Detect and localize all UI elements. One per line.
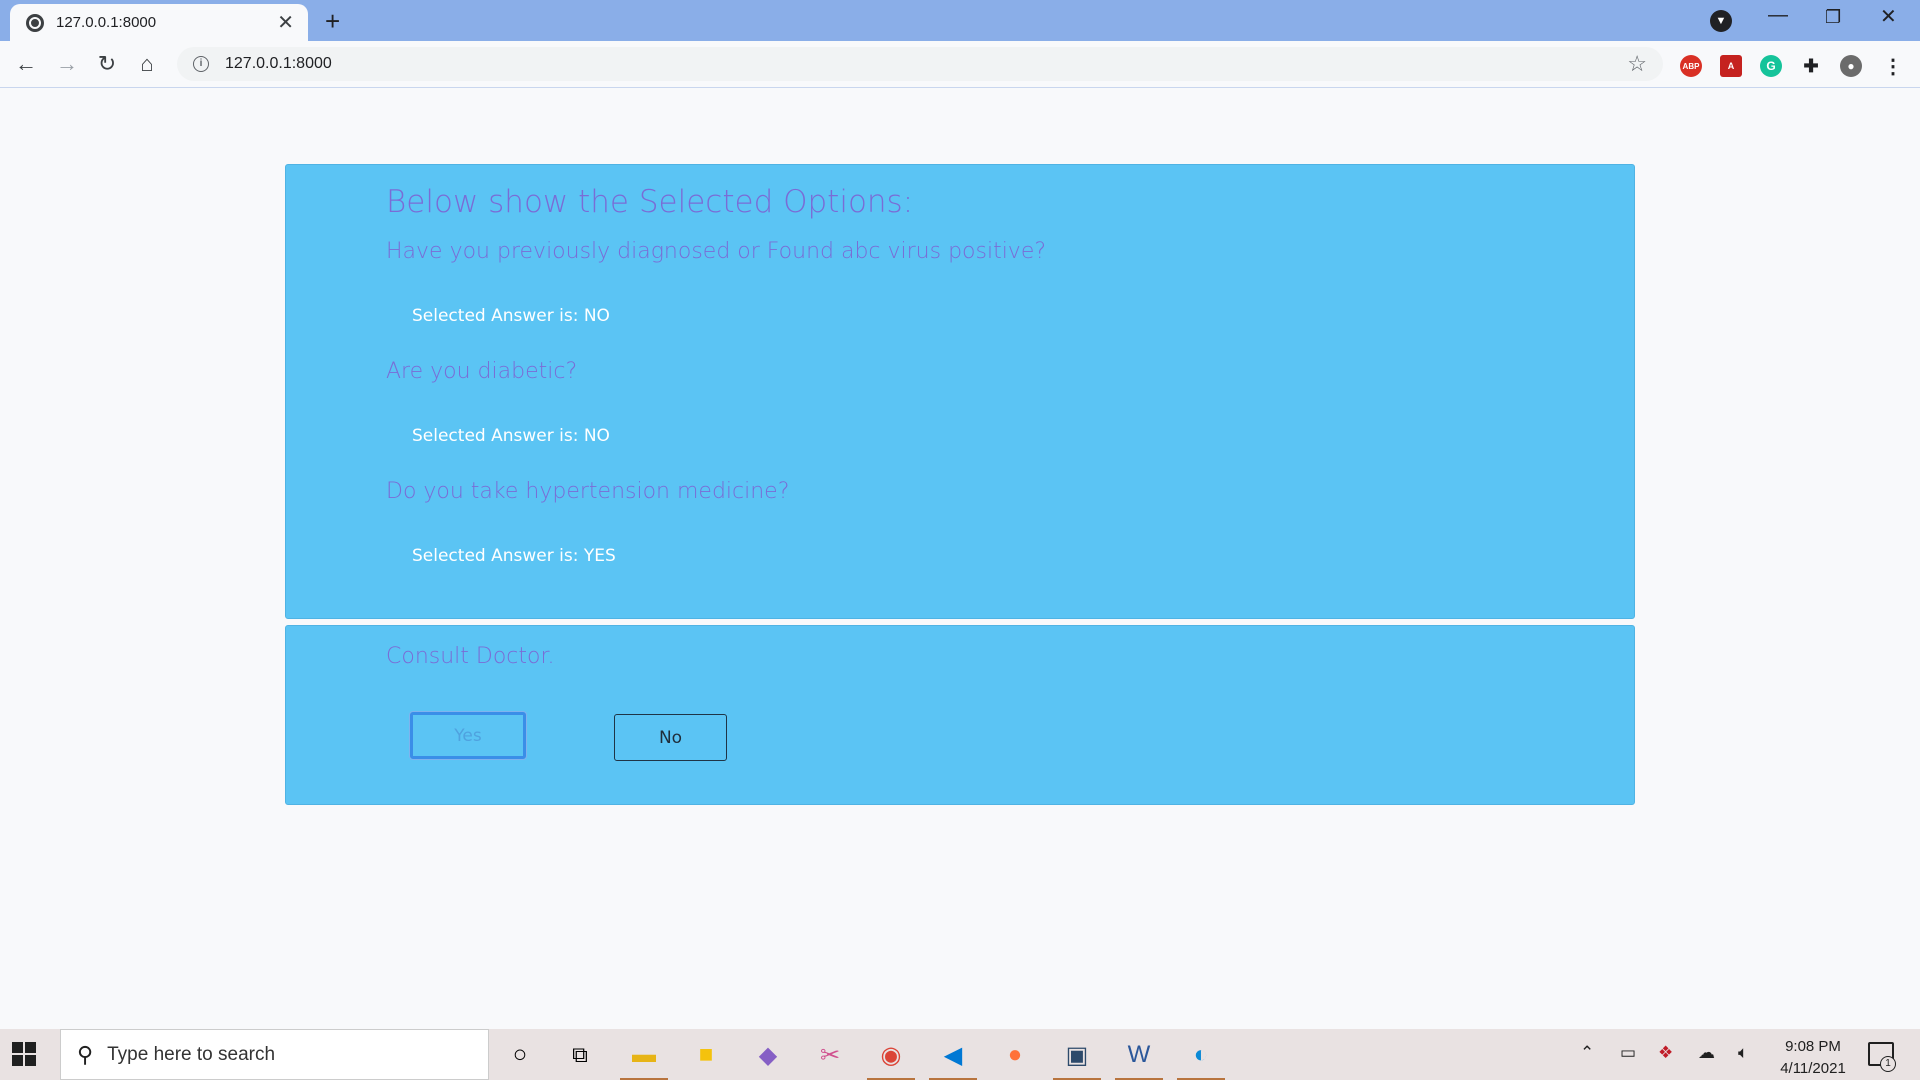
browser-toolbar: ← → ↻ ⌂ i 127.0.0.1:8000 ☆ ABP A G ✚ ● ⋮ xyxy=(0,41,1920,88)
answer-1: Selected Answer is: NO xyxy=(412,306,610,326)
tab-title: 127.0.0.1:8000 xyxy=(56,14,157,31)
question-3: Do you take hypertension medicine? xyxy=(386,479,790,504)
answer-2: Selected Answer is: NO xyxy=(412,426,610,446)
selected-options-heading: Below show the Selected Options: xyxy=(386,184,914,220)
selected-options-card: Below show the Selected Options: Have yo… xyxy=(285,164,1635,619)
tab-search-icon[interactable]: ▼ xyxy=(1710,10,1732,32)
notification-count-badge: 1 xyxy=(1880,1056,1896,1072)
show-hidden-icons-icon[interactable]: ⌃ xyxy=(1580,1043,1594,1063)
new-tab-button[interactable]: + xyxy=(325,6,340,37)
search-icon: ⚲ xyxy=(77,1041,94,1067)
taskbar-clock[interactable]: 9:08 PM 4/11/2021 xyxy=(1763,1036,1863,1080)
browser-tabstrip: 127.0.0.1:8000 ✕ + ▼ — ❐ ✕ xyxy=(0,0,1920,41)
sticky-notes-icon[interactable]: ■ xyxy=(688,1037,724,1073)
home-icon[interactable]: ⌂ xyxy=(133,50,161,78)
site-info-icon[interactable]: i xyxy=(193,56,209,72)
task-view-icon[interactable]: ⧉ xyxy=(562,1037,598,1073)
bookmark-star-icon[interactable]: ☆ xyxy=(1627,51,1647,77)
no-button[interactable]: No xyxy=(614,714,727,761)
cortana-icon[interactable]: ○ xyxy=(502,1037,538,1073)
snip-icon[interactable]: ✂ xyxy=(812,1037,848,1073)
windows-start-icon[interactable] xyxy=(12,1042,36,1066)
battery-icon[interactable]: ▭ xyxy=(1620,1043,1636,1063)
minimize-icon[interactable]: — xyxy=(1768,4,1788,27)
page-content: Below show the Selected Options: Have yo… xyxy=(0,89,1920,1029)
word-icon[interactable]: W xyxy=(1115,1037,1163,1080)
forward-icon[interactable]: → xyxy=(53,50,81,78)
question-2: Are you diabetic? xyxy=(386,359,578,384)
file-explorer-icon[interactable]: ▬ xyxy=(620,1037,668,1080)
address-bar[interactable]: i 127.0.0.1:8000 ☆ xyxy=(177,47,1663,81)
visual-studio-icon[interactable]: ◆ xyxy=(750,1037,786,1073)
browser-tab[interactable]: 127.0.0.1:8000 ✕ xyxy=(10,4,308,41)
mysql-workbench-icon[interactable]: ▣ xyxy=(1053,1037,1101,1080)
onedrive-icon[interactable]: ☁ xyxy=(1698,1043,1715,1063)
result-heading: Consult Doctor. xyxy=(386,644,555,669)
result-card: Consult Doctor. Yes No xyxy=(285,625,1635,805)
vscode-icon[interactable]: ◀ xyxy=(929,1037,977,1080)
yes-button[interactable]: Yes xyxy=(410,712,526,759)
edge-icon[interactable]: ◐ xyxy=(1177,1037,1225,1080)
taskbar-search[interactable]: ⚲ xyxy=(60,1029,489,1080)
taskbar-search-input[interactable] xyxy=(107,1043,468,1066)
restore-icon[interactable]: ❐ xyxy=(1825,7,1841,28)
clock-date: 4/11/2021 xyxy=(1780,1060,1846,1077)
clock-time: 9:08 PM xyxy=(1785,1038,1841,1055)
question-1: Have you previously diagnosed or Found a… xyxy=(386,239,1047,264)
profile-avatar[interactable]: ● xyxy=(1840,55,1862,77)
extensions-puzzle-icon[interactable]: ✚ xyxy=(1800,55,1822,77)
windows-taskbar: ⚲ ○ ⧉ ▬ ■ ◆ ✂ ◉ ◀ ● ▣ W ◐ ⌃ ▭ ❖ ☁ 🔈︎ 9:0… xyxy=(0,1029,1920,1080)
close-tab-icon[interactable]: ✕ xyxy=(277,13,294,33)
dropbox-icon[interactable]: ❖ xyxy=(1658,1043,1673,1063)
firefox-icon[interactable]: ● xyxy=(997,1037,1033,1073)
close-window-icon[interactable]: ✕ xyxy=(1880,4,1897,29)
acrobat-icon[interactable]: A xyxy=(1720,55,1742,77)
back-icon[interactable]: ← xyxy=(12,50,40,78)
volume-icon[interactable]: 🔈︎ xyxy=(1738,1043,1748,1063)
grammarly-icon[interactable]: G xyxy=(1760,55,1782,77)
browser-menu-icon[interactable]: ⋮ xyxy=(1882,55,1904,78)
url-text[interactable]: 127.0.0.1:8000 xyxy=(225,55,1627,73)
globe-icon xyxy=(26,13,44,32)
answer-3: Selected Answer is: YES xyxy=(412,546,616,566)
chrome-icon[interactable]: ◉ xyxy=(867,1037,915,1080)
reload-icon[interactable]: ↻ xyxy=(93,50,121,78)
adblock-icon[interactable]: ABP xyxy=(1680,55,1702,77)
